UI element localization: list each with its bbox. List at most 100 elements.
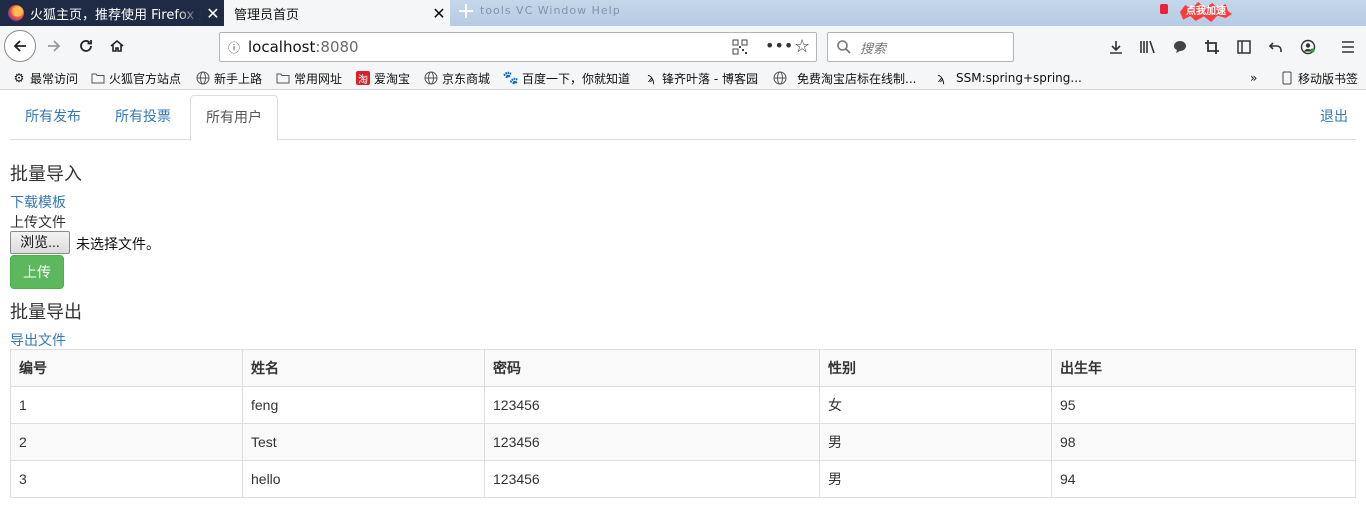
- page-content: 所有发布 所有投票 所有用户 退出 批量导入 下载模板 上传文件 浏览... 未…: [0, 90, 1366, 520]
- export-heading: 批量导出: [10, 302, 82, 322]
- users-table: 编号 姓名 密码 性别 出生年 1 feng 123456 女 95 2 Tes…: [10, 349, 1356, 498]
- speed-up-label: 点我加速: [1186, 6, 1226, 17]
- cell-birth-year: 94: [1051, 460, 1356, 498]
- bookmark-item[interactable]: 免费淘宝店标在线制...: [773, 69, 916, 87]
- bookmarks-toolbar: ⚙ 最常访问 火狐官方站点 新手上路 常用网址 淘 爱淘宝 京东商城 🐾 百度一…: [0, 66, 1366, 90]
- home-button[interactable]: [101, 30, 133, 62]
- cell-id: 3: [10, 460, 243, 498]
- cell-name: feng: [242, 386, 485, 424]
- mobile-bookmarks[interactable]: 移动版书签: [1280, 69, 1358, 87]
- bookmark-item[interactable]: ϡ 锋齐叶落 - 博客园: [644, 69, 758, 87]
- browser-tab-firefox-home[interactable]: 火狐主页，推荐使用 Firefox 火狐浏览器 ✕: [0, 0, 224, 26]
- account-icon[interactable]: [1298, 38, 1318, 56]
- download-template-link[interactable]: 下载模板: [10, 192, 66, 212]
- globe-icon: [196, 71, 210, 85]
- search-bar[interactable]: 搜索: [827, 32, 1014, 62]
- sidebar-icon[interactable]: [1234, 38, 1254, 56]
- menu-icon[interactable]: [1338, 38, 1358, 56]
- cell-password: 123456: [484, 423, 820, 461]
- bookmark-label: 常用网址: [294, 71, 343, 86]
- tab-all-posts[interactable]: 所有发布: [10, 95, 96, 140]
- cell-birth-year: 95: [1051, 386, 1356, 424]
- firefox-logo-icon: [8, 5, 24, 21]
- chat-icon[interactable]: [1170, 38, 1190, 56]
- reload-button[interactable]: [70, 30, 102, 62]
- mobile-phone-icon: [1280, 71, 1294, 85]
- cell-birth-year: 98: [1051, 423, 1356, 461]
- bookmark-label: 最常访问: [30, 71, 79, 86]
- back-arrow-icon: [13, 40, 26, 52]
- column-header-password: 密码: [484, 349, 820, 387]
- bookmark-item[interactable]: 常用网址: [276, 69, 342, 87]
- more-bookmarks-chevron-icon[interactable]: »: [1250, 69, 1257, 87]
- export-file-link[interactable]: 导出文件: [10, 330, 66, 350]
- upload-file-label: 上传文件: [10, 214, 66, 230]
- browser-tab-admin[interactable]: 管理员首页 ✕: [224, 0, 450, 26]
- bookmark-star-icon[interactable]: ☆: [794, 36, 810, 57]
- tab-all-votes[interactable]: 所有投票: [100, 95, 186, 140]
- bookmark-item[interactable]: 淘 爱淘宝: [356, 69, 410, 87]
- crop-screenshot-icon[interactable]: [1202, 38, 1222, 56]
- search-placeholder: 搜索: [860, 41, 887, 57]
- cnblogs-icon: ϡ: [937, 71, 945, 85]
- admin-nav-tabs: 所有发布 所有投票 所有用户: [10, 95, 1356, 141]
- undo-close-icon[interactable]: [1266, 38, 1286, 56]
- forward-arrow-icon: [48, 40, 61, 52]
- globe-icon: [424, 71, 438, 85]
- column-header-birth-year: 出生年: [1051, 349, 1356, 387]
- site-info-icon[interactable]: ⓘ: [220, 39, 248, 56]
- table-row: 2 Test 123456 男 98: [10, 423, 1356, 461]
- cell-id: 1: [10, 386, 243, 424]
- column-header-id: 编号: [10, 349, 243, 387]
- bookmark-item[interactable]: 京东商城: [424, 69, 490, 87]
- library-icon[interactable]: [1138, 38, 1158, 56]
- bookmark-label: 锋齐叶落 - 博客园: [662, 71, 758, 86]
- speed-up-badge[interactable]: 点我加速: [1180, 2, 1232, 22]
- mobile-bookmarks-label: 移动版书签: [1298, 71, 1359, 86]
- bookmark-item[interactable]: 火狐官方站点: [91, 69, 181, 87]
- bookmark-item[interactable]: ⚙ 最常访问: [12, 69, 78, 87]
- page-actions-icon[interactable]: •••: [765, 36, 793, 55]
- cell-name: Test: [242, 423, 485, 461]
- bookmark-label: 火狐官方站点: [109, 71, 182, 86]
- bookmark-label: SSM:spring+spring...: [956, 71, 1082, 85]
- bookmark-label: 新手上路: [214, 71, 263, 86]
- cell-gender: 男: [819, 423, 1052, 461]
- table-header-row: 编号 姓名 密码 性别 出生年: [10, 349, 1356, 387]
- bookmark-item[interactable]: ϡ SSM:spring+spring...: [934, 69, 1082, 87]
- background-ghost-text: tools VC Window Help: [480, 4, 621, 17]
- cnblogs-icon: ϡ: [647, 71, 655, 85]
- column-header-gender: 性别: [819, 349, 1052, 387]
- speed-flag-icon: [1160, 4, 1168, 14]
- browse-file-button[interactable]: 浏览...: [10, 231, 70, 254]
- reload-icon: [80, 40, 92, 52]
- tab-title: 管理员首页: [234, 7, 300, 23]
- close-tab-icon[interactable]: ✕: [202, 4, 224, 23]
- column-header-name: 姓名: [242, 349, 485, 387]
- forward-button[interactable]: [38, 30, 70, 62]
- bookmark-label: 免费淘宝店标在线制...: [797, 71, 917, 86]
- qr-code-icon[interactable]: [732, 39, 748, 55]
- tab-all-users[interactable]: 所有用户: [190, 95, 278, 141]
- gear-icon: ⚙: [13, 71, 25, 85]
- bookmark-item[interactable]: 新手上路: [196, 69, 262, 87]
- bookmark-item[interactable]: 🐾 百度一下，你就知道: [503, 69, 631, 87]
- back-button[interactable]: [4, 30, 36, 62]
- bookmark-label: 爱淘宝: [374, 71, 411, 86]
- cell-id: 2: [10, 423, 243, 461]
- cell-name: hello: [242, 460, 485, 498]
- taobao-icon: 淘: [356, 71, 370, 86]
- url-port: :8080: [315, 38, 359, 56]
- tab-strip: 火狐主页，推荐使用 Firefox 火狐浏览器 ✕ 管理员首页 ✕ + tool…: [0, 0, 1366, 26]
- close-tab-icon[interactable]: ✕: [428, 4, 450, 23]
- import-heading: 批量导入: [10, 164, 82, 184]
- folder-icon: [276, 71, 290, 85]
- upload-button[interactable]: 上传: [10, 255, 64, 289]
- logout-link[interactable]: 退出: [1320, 95, 1348, 138]
- browser-toolbar: ⓘ localhost :8080 ••• ☆ 搜索: [0, 26, 1366, 66]
- new-tab-button[interactable]: +: [454, 0, 478, 26]
- bookmark-label: 百度一下，你就知道: [522, 71, 631, 86]
- home-icon: [110, 39, 124, 52]
- downloads-icon[interactable]: [1106, 38, 1126, 56]
- url-bar[interactable]: ⓘ localhost :8080 ••• ☆: [219, 32, 817, 62]
